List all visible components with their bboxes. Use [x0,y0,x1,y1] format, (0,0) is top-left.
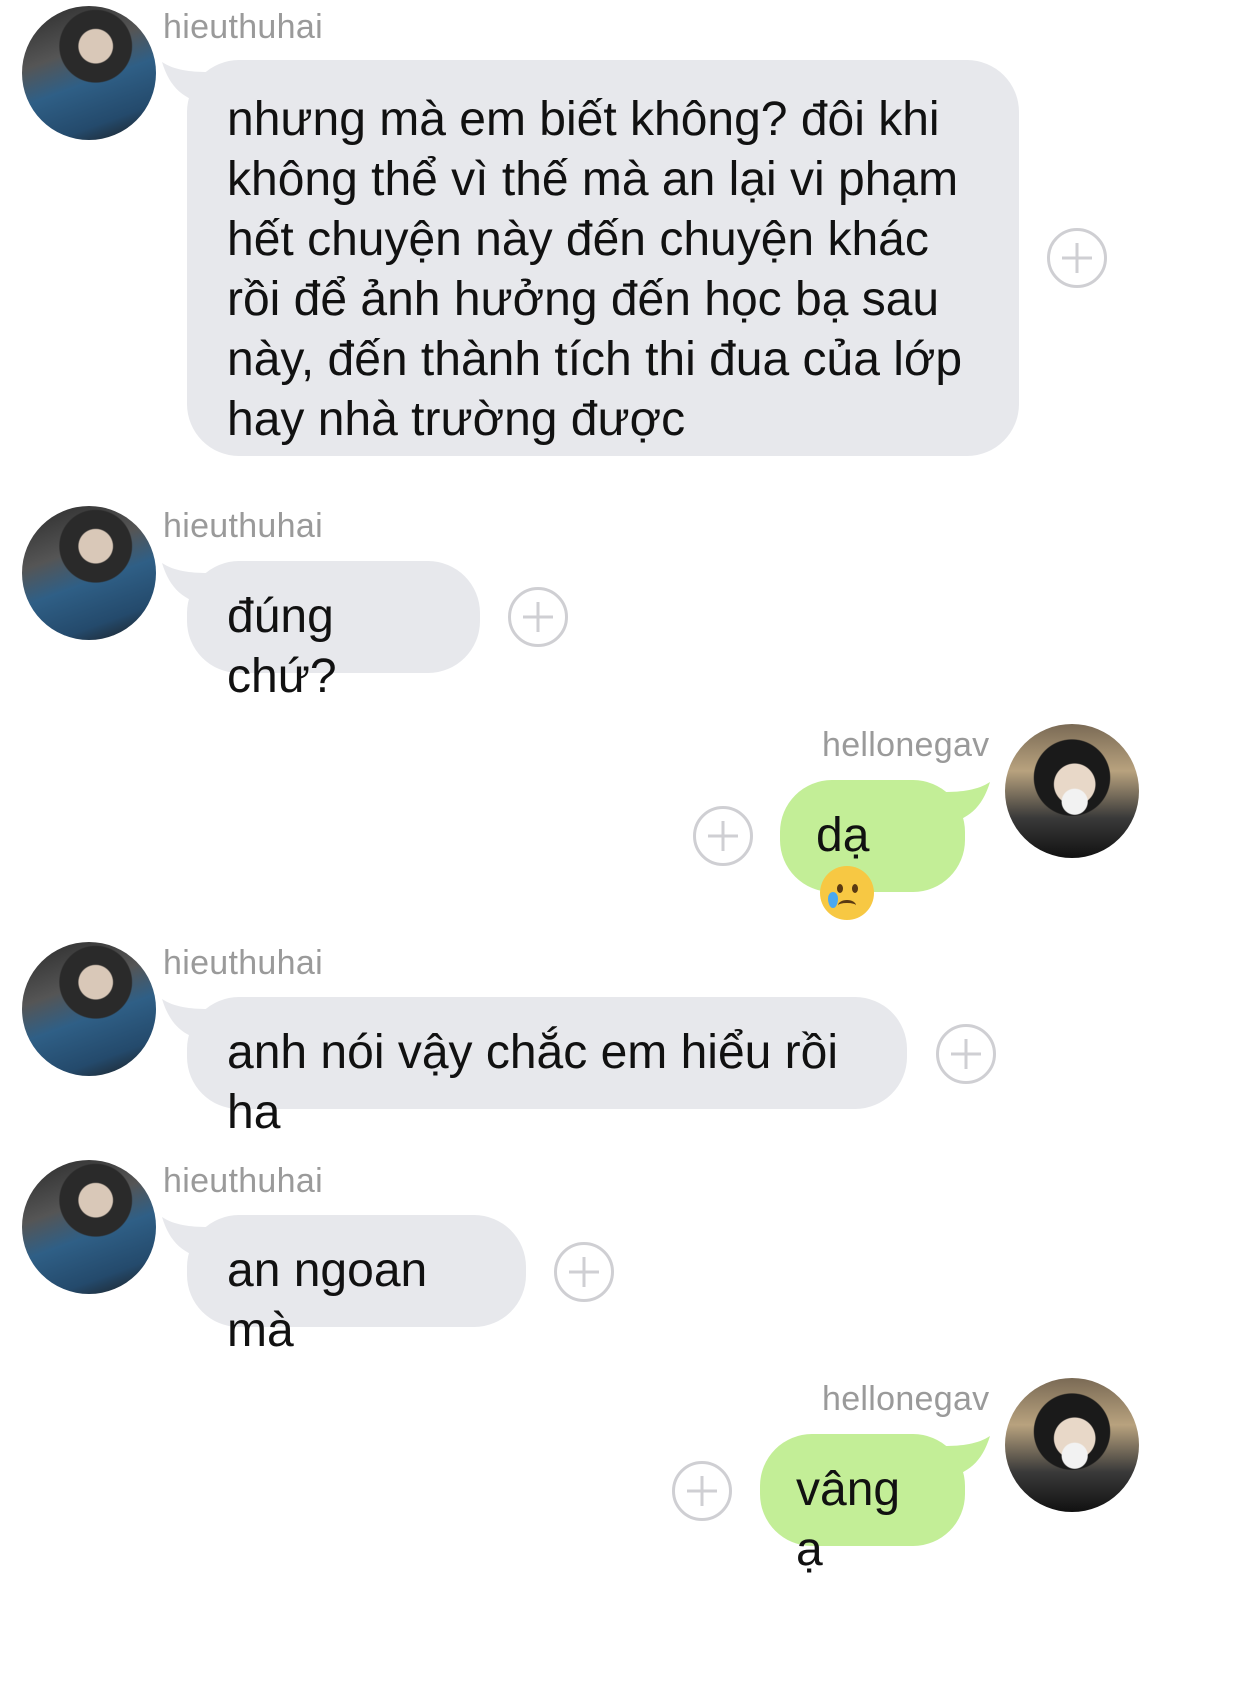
sender-name: hieuthuhai [163,1162,323,1200]
message-text: nhưng mà em biết không? đôi khi không th… [227,93,963,446]
message-text: vâng ạ [796,1463,901,1576]
message-bubble[interactable]: anh nói vậy chắc em hiểu rồi ha [187,997,907,1139]
sender-name: hellonegav [822,726,990,764]
sender-avatar[interactable] [22,1160,156,1294]
plus-circle-icon[interactable] [508,587,568,647]
message-bubble[interactable]: nhưng mà em biết không? đôi khi không th… [187,60,1019,456]
sender-name: hellonegav [822,1380,990,1418]
message-bubble[interactable]: dạ [780,780,965,920]
sender-avatar[interactable] [1005,724,1139,858]
sender-avatar[interactable] [22,942,156,1076]
message-bubble[interactable]: an ngoan mà [187,1215,526,1357]
sender-name: hieuthuhai [163,8,323,46]
crying-face-emoji [820,866,874,920]
message-text: anh nói vậy chắc em hiểu rồi ha [227,1026,839,1139]
message-text: dạ [816,809,870,862]
plus-circle-icon[interactable] [554,1242,614,1302]
sender-name: hieuthuhai [163,507,323,545]
message-bubble[interactable]: vâng ạ [760,1434,965,1576]
plus-circle-icon[interactable] [672,1461,732,1521]
sender-name: hieuthuhai [163,944,323,982]
plus-circle-icon[interactable] [936,1024,996,1084]
sender-avatar[interactable] [22,6,156,140]
plus-circle-icon[interactable] [1047,228,1107,288]
sender-avatar[interactable] [1005,1378,1139,1512]
message-bubble[interactable]: đúng chứ? [187,561,480,703]
message-text: đúng chứ? [227,590,337,703]
sender-avatar[interactable] [22,506,156,640]
message-text: an ngoan mà [227,1244,428,1357]
plus-circle-icon[interactable] [693,806,753,866]
